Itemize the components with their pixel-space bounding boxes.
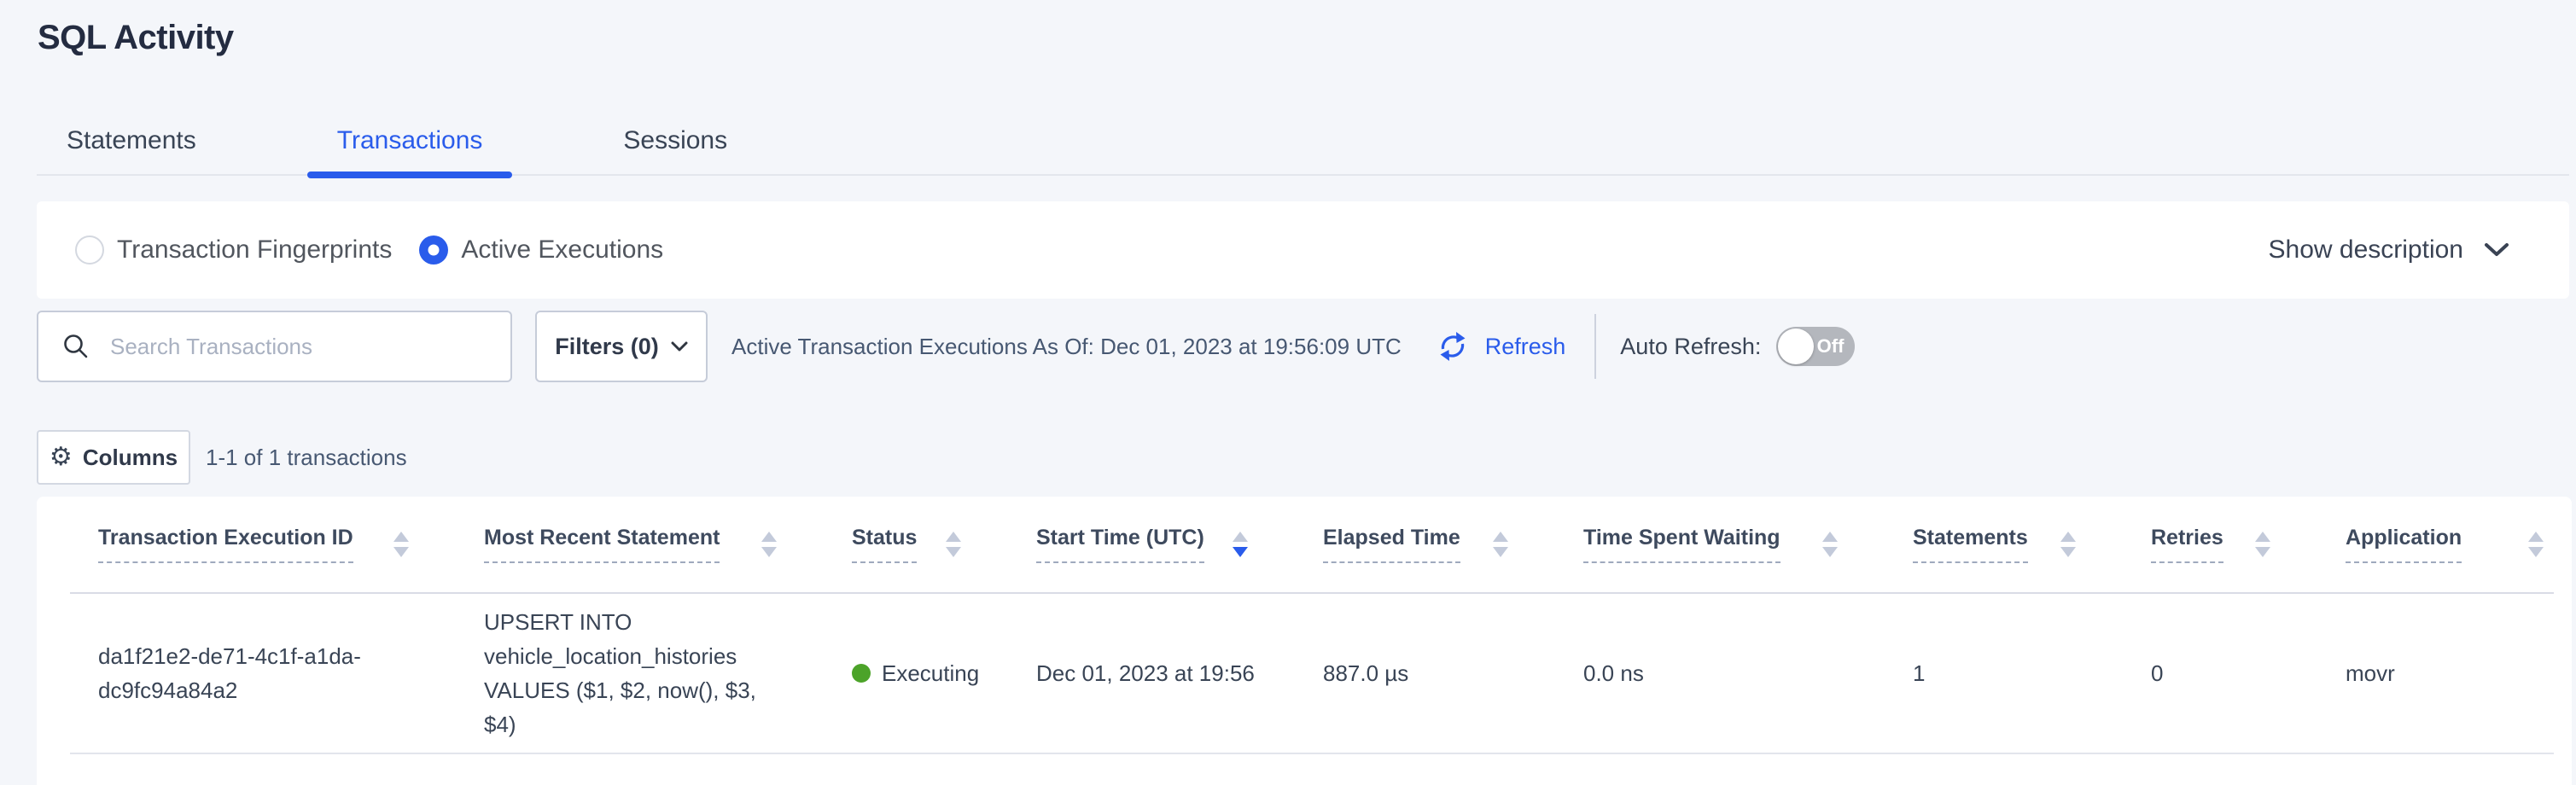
- cell-application: movr: [2317, 594, 2554, 753]
- cell-transaction-execution-id[interactable]: da1f21e2-de71-4c1f-a1da-dc9fc94a84a2: [70, 594, 456, 753]
- toggle-state-label: Off: [1817, 335, 1845, 358]
- status-text: Executing: [882, 656, 979, 690]
- cell-retries: 0: [2123, 594, 2317, 753]
- column-header-most-recent-statement[interactable]: Most Recent Statement: [456, 497, 824, 592]
- chevron-down-icon: [2484, 241, 2509, 259]
- search-input[interactable]: [110, 334, 493, 360]
- search-box[interactable]: [37, 311, 512, 382]
- cell-time-spent-waiting: 0.0 ns: [1555, 594, 1885, 753]
- toolbar: Filters (0) Active Transaction Execution…: [37, 311, 1855, 382]
- cell-elapsed-time: 887.0 µs: [1295, 594, 1555, 753]
- cell-status: Executing: [824, 594, 1008, 753]
- sort-arrows-desc-icon: [1233, 532, 1248, 557]
- result-count: 1-1 of 1 transactions: [206, 445, 407, 471]
- sort-arrows-icon: [946, 532, 961, 557]
- view-mode-card: Transaction Fingerprints Active Executio…: [37, 201, 2569, 299]
- tab-statements[interactable]: Statements: [37, 108, 226, 174]
- cell-start-time: Dec 01, 2023 at 19:56: [1008, 594, 1295, 753]
- radio-active-executions[interactable]: Active Executions: [419, 236, 663, 265]
- radio-label: Active Executions: [461, 236, 663, 265]
- executing-status-dot-icon: [852, 664, 871, 683]
- sort-arrows-icon: [1822, 532, 1838, 557]
- show-description-label: Show description: [2269, 236, 2463, 265]
- sort-arrows-icon: [2060, 532, 2076, 557]
- column-header-start-time[interactable]: Start Time (UTC): [1008, 497, 1295, 592]
- toolbar-divider: [1594, 314, 1596, 379]
- toggle-knob: [1778, 329, 1814, 364]
- column-header-status[interactable]: Status: [824, 497, 1008, 592]
- auto-refresh-label: Auto Refresh:: [1620, 334, 1761, 360]
- column-header-time-spent-waiting[interactable]: Time Spent Waiting: [1555, 497, 1885, 592]
- gear-icon: ⚙: [50, 445, 73, 470]
- filters-label: Filters (0): [555, 334, 659, 360]
- transactions-table: Transaction Execution ID Most Recent Sta…: [37, 497, 2572, 785]
- radio-selected-icon[interactable]: [419, 236, 448, 265]
- as-of-timestamp: Active Transaction Executions As Of: Dec…: [731, 334, 1402, 360]
- auto-refresh-toggle[interactable]: Off: [1776, 327, 1855, 366]
- page-title: SQL Activity: [38, 19, 234, 57]
- results-controls: ⚙ Columns 1-1 of 1 transactions: [37, 430, 407, 485]
- columns-button-label: Columns: [83, 445, 178, 471]
- search-icon: [61, 331, 91, 362]
- refresh-label: Refresh: [1485, 334, 1566, 360]
- tab-sessions[interactable]: Sessions: [593, 108, 757, 174]
- column-header-application[interactable]: Application: [2317, 497, 2554, 592]
- sort-arrows-icon: [761, 532, 777, 557]
- sort-arrows-icon: [2528, 532, 2544, 557]
- sort-arrows-icon: [2255, 532, 2270, 557]
- column-header-statements[interactable]: Statements: [1885, 497, 2123, 592]
- columns-button[interactable]: ⚙ Columns: [37, 430, 190, 485]
- tab-transactions[interactable]: Transactions: [307, 108, 513, 174]
- radio-unselected-icon[interactable]: [75, 236, 104, 265]
- table-row: da1f21e2-de71-4c1f-a1da-dc9fc94a84a2 UPS…: [70, 594, 2554, 754]
- sort-arrows-icon: [1493, 532, 1508, 557]
- cell-statements: 1: [1885, 594, 2123, 753]
- refresh-button[interactable]: Refresh: [1434, 328, 1566, 365]
- table-header-row: Transaction Execution ID Most Recent Sta…: [70, 497, 2554, 594]
- column-header-retries[interactable]: Retries: [2123, 497, 2317, 592]
- tab-bar: Statements Transactions Sessions: [37, 108, 2569, 176]
- column-header-elapsed-time[interactable]: Elapsed Time: [1295, 497, 1555, 592]
- filters-button[interactable]: Filters (0): [535, 311, 708, 382]
- show-description-toggle[interactable]: Show description: [2269, 236, 2509, 265]
- radio-transaction-fingerprints[interactable]: Transaction Fingerprints: [75, 236, 392, 265]
- sort-arrows-icon: [393, 532, 409, 557]
- column-header-transaction-execution-id[interactable]: Transaction Execution ID: [70, 497, 456, 592]
- radio-label: Transaction Fingerprints: [117, 236, 392, 265]
- chevron-down-icon: [671, 340, 688, 352]
- refresh-icon: [1434, 328, 1472, 365]
- cell-most-recent-statement: UPSERT INTO vehicle_location_histories V…: [456, 594, 824, 753]
